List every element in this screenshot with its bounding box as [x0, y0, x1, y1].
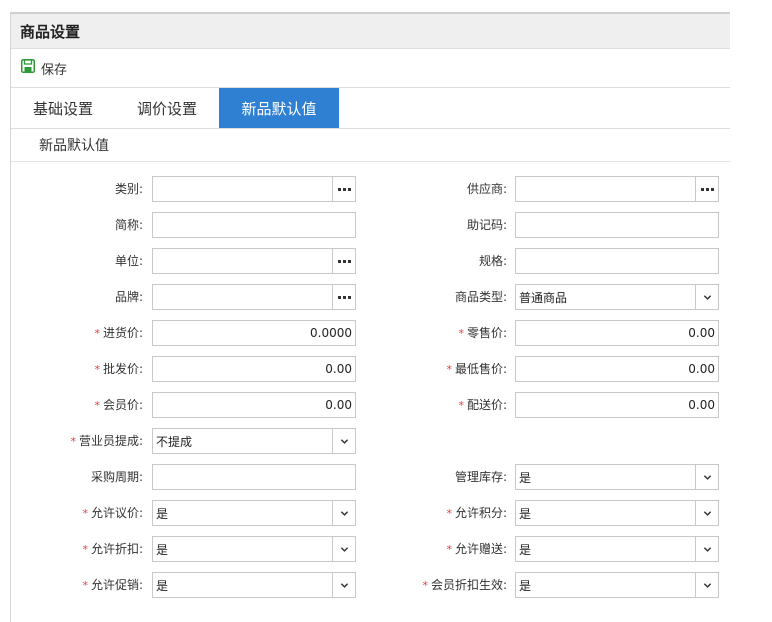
window-title: 商品设置 [11, 12, 730, 49]
member-discount-effective-label: * 会员折扣生效: [422, 578, 507, 592]
mnemonic-label: 助记码: [466, 218, 507, 232]
product-type-label: 商品类型: [454, 290, 507, 304]
salesperson-commission-select[interactable]: 不提成 [152, 428, 356, 454]
save-label: 保存 [41, 62, 68, 78]
row-retail-price: * 零售价: 0.00 [11, 320, 730, 346]
delivery-price-label: * 配送价: [458, 398, 507, 412]
manage-stock-label: 管理库存: [454, 470, 507, 484]
product-type-select[interactable]: 普通商品 [515, 284, 719, 310]
row-manage-stock: 管理库存: 是 [11, 464, 730, 490]
toolbar: 保存 [11, 49, 730, 88]
row-allow-gift: * 允许赠送: 是 [11, 536, 730, 562]
allow-gift-select[interactable]: 是 [515, 536, 719, 562]
supplier-field[interactable] [515, 176, 719, 202]
salesperson-commission-label: * 营业员提成: [70, 434, 143, 448]
manage-stock-select[interactable]: 是 [515, 464, 719, 490]
tab-new-product-defaults[interactable]: 新品默认值 [219, 88, 339, 128]
tab-price-adjust-settings[interactable]: 调价设置 [115, 88, 219, 128]
product-settings-window: 商品设置 保存 基础设置 调价设置 新品默认值 新品默认值 类别: 供应商: 简… [10, 12, 730, 622]
allow-gift-label: * 允许赠送: [446, 542, 507, 556]
row-member-discount-effective: * 会员折扣生效: 是 [11, 572, 730, 598]
chevron-down-icon[interactable] [695, 501, 718, 525]
spec-input[interactable] [515, 248, 719, 274]
save-button[interactable]: 保存 [21, 59, 67, 78]
retail-price-input[interactable]: 0.00 [515, 320, 719, 346]
allow-points-select[interactable]: 是 [515, 500, 719, 526]
member-discount-effective-select[interactable]: 是 [515, 572, 719, 598]
save-icon [21, 59, 41, 77]
row-allow-points: * 允许积分: 是 [11, 500, 730, 526]
supplier-browse-button[interactable] [695, 177, 718, 201]
allow-points-label: * 允许积分: [446, 506, 507, 520]
spec-label: 规格: [478, 254, 507, 268]
min-sale-price-input[interactable]: 0.00 [515, 356, 719, 382]
tab-basic-settings[interactable]: 基础设置 [11, 88, 115, 128]
delivery-price-input[interactable]: 0.00 [515, 392, 719, 418]
row-spec: 规格: [11, 248, 730, 274]
row-delivery-price: * 配送价: 0.00 [11, 392, 730, 418]
more-icon [700, 187, 714, 191]
row-salesperson-commission: * 营业员提成: 不提成 [11, 428, 730, 454]
chevron-down-icon[interactable] [695, 573, 718, 597]
row-product-type: 商品类型: 普通商品 [11, 284, 730, 310]
row-mnemonic: 助记码: [11, 212, 730, 238]
row-supplier: 供应商: [11, 176, 730, 202]
chevron-down-icon[interactable] [695, 537, 718, 561]
section-title: 新品默认值 [11, 129, 730, 162]
min-sale-price-label: * 最低售价: [446, 362, 507, 376]
chevron-down-icon[interactable] [695, 285, 718, 309]
mnemonic-input[interactable] [515, 212, 719, 238]
supplier-label: 供应商: [466, 182, 507, 196]
tab-bar: 基础设置 调价设置 新品默认值 [11, 88, 730, 129]
chevron-down-icon[interactable] [695, 465, 718, 489]
retail-price-label: * 零售价: [458, 326, 507, 340]
row-min-sale-price: * 最低售价: 0.00 [11, 356, 730, 382]
chevron-down-icon[interactable] [332, 429, 355, 453]
